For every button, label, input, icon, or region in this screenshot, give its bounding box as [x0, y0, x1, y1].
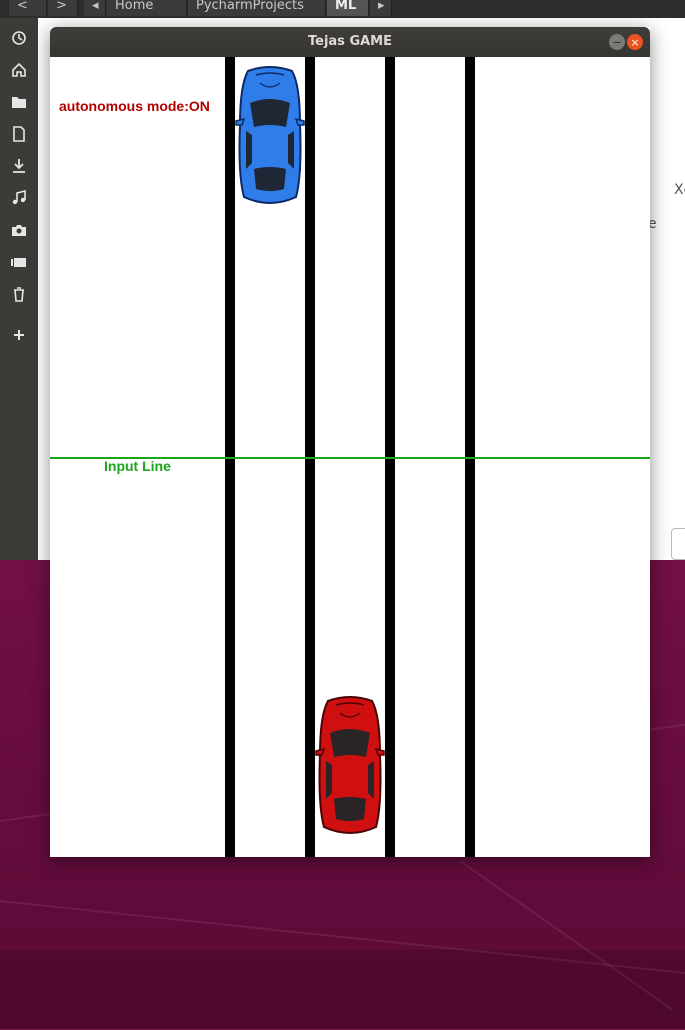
wallpaper-shade [0, 950, 685, 1030]
recent-icon[interactable] [8, 27, 30, 49]
path-ml-button[interactable]: ML [327, 0, 369, 16]
window-title: Tejas GAME [308, 34, 392, 49]
file-manager-header: < > ◂ Home PycharmProjects ML ▸ [0, 0, 685, 18]
game-window: Tejas GAME − × autonomous mode:ON Input … [50, 27, 650, 857]
autonomous-mode-label: autonomous mode:ON [59, 98, 210, 114]
video-icon[interactable] [8, 251, 30, 273]
forward-button[interactable]: > [48, 0, 78, 16]
download-icon[interactable] [8, 155, 30, 177]
title-bar[interactable]: Tejas GAME − × [50, 27, 650, 57]
path-scroll-right-button[interactable]: ▸ [370, 0, 392, 16]
game-canvas[interactable]: autonomous mode:ON Input Line [50, 57, 650, 857]
enemy-car [235, 66, 305, 204]
minimize-button[interactable]: − [609, 34, 625, 50]
add-icon[interactable] [8, 324, 30, 346]
music-icon[interactable] [8, 187, 30, 209]
home-icon[interactable] [8, 59, 30, 81]
path-pycharmprojects-button[interactable]: PycharmProjects [188, 0, 326, 16]
file-view-widget[interactable] [671, 528, 685, 560]
path-scroll-left-button[interactable]: ◂ [84, 0, 106, 16]
document-icon[interactable] [8, 123, 30, 145]
folder-icon[interactable] [8, 91, 30, 113]
trash-icon[interactable] [8, 283, 30, 305]
path-home-button[interactable]: Home [107, 0, 187, 16]
close-button[interactable]: × [627, 34, 643, 50]
file-label-fragment: Xc [674, 182, 685, 198]
player-car [315, 696, 385, 834]
places-sidebar [0, 18, 38, 560]
camera-icon[interactable] [8, 219, 30, 241]
input-line-label: Input Line [104, 458, 171, 474]
back-button[interactable]: < [9, 0, 47, 16]
